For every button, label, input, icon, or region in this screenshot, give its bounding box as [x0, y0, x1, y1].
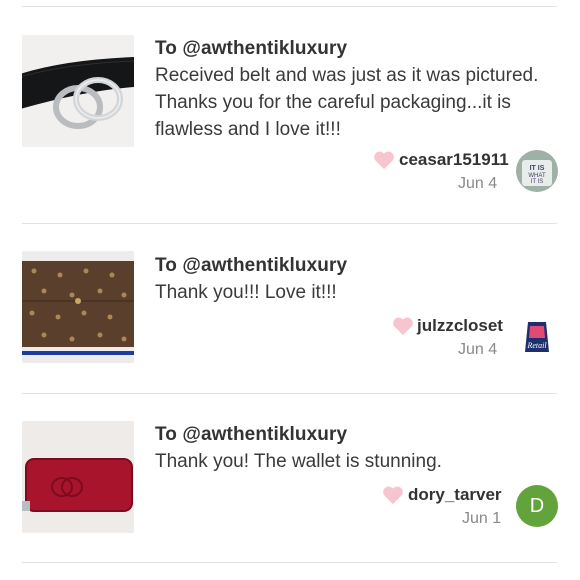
- heart-icon[interactable]: [373, 150, 395, 170]
- divider: [22, 393, 557, 394]
- red-wallet-image[interactable]: [22, 421, 134, 533]
- heart-icon[interactable]: [382, 485, 404, 505]
- username[interactable]: ceasar151911: [399, 150, 509, 170]
- user-avatar[interactable]: IT IS WHAT IT IS: [516, 150, 558, 192]
- recipient-label[interactable]: To @awthentikluxury: [155, 38, 347, 60]
- divider: [22, 562, 557, 563]
- avatar-text: IT IS: [530, 165, 545, 172]
- username[interactable]: dory_tarver: [408, 485, 502, 505]
- divider: [22, 223, 557, 224]
- review-date: Jun 4: [458, 175, 498, 192]
- username[interactable]: julzzcloset: [417, 316, 503, 336]
- review-date: Jun 1: [462, 510, 502, 527]
- recipient-label[interactable]: To @awthentikluxury: [155, 255, 347, 277]
- review-message: Thank you!!! Love it!!!: [155, 282, 337, 303]
- user-avatar[interactable]: D: [516, 485, 558, 527]
- belt-image[interactable]: [22, 35, 134, 147]
- monogram-wallet-image[interactable]: [22, 251, 134, 363]
- review-date: Jun 4: [458, 341, 498, 358]
- svg-text:IT IS: IT IS: [531, 179, 544, 185]
- heart-icon[interactable]: [392, 316, 414, 336]
- divider: [22, 6, 557, 7]
- recipient-label[interactable]: To @awthentikluxury: [155, 424, 347, 446]
- review-message: Thank you! The wallet is stunning.: [155, 451, 442, 472]
- avatar-text: Retail: [526, 341, 547, 350]
- user-avatar[interactable]: Retail: [516, 316, 558, 358]
- review-message: Received belt and was just as it was pic…: [155, 65, 539, 140]
